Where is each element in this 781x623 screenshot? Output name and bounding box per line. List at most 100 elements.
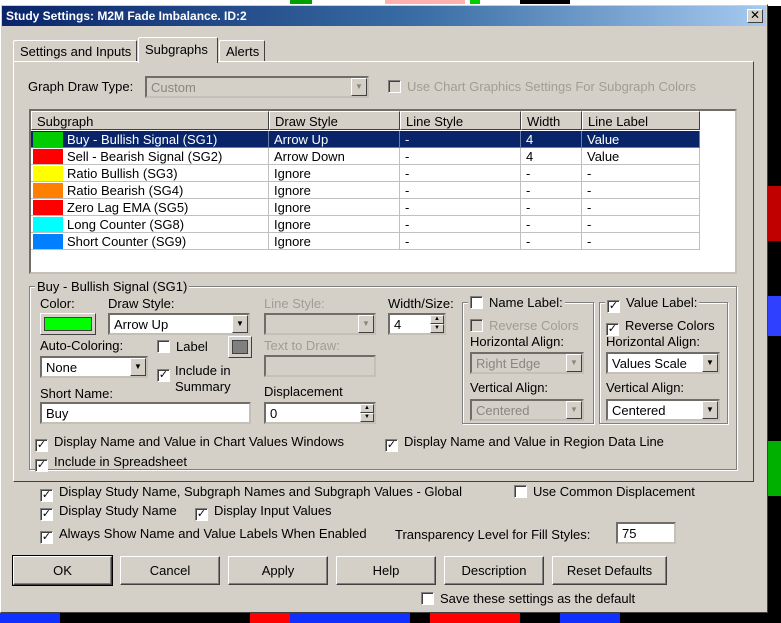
checkbox-box bbox=[514, 485, 527, 498]
title-bar[interactable]: Study Settings: M2M Fade Imbalance. ID:2… bbox=[2, 6, 766, 26]
subgraph-cell-width: 4 bbox=[526, 132, 534, 147]
display-input-values-checkbox[interactable]: ✓ Display Input Values bbox=[195, 503, 332, 521]
displacement-input[interactable]: 0 ▲ ▼ bbox=[264, 402, 376, 424]
table-cell: - bbox=[582, 182, 700, 199]
subgraph-row[interactable]: Ratio Bearish (SG4) Ignore - - - bbox=[31, 182, 700, 199]
ok-button[interactable]: OK bbox=[12, 555, 113, 586]
subgraph-cell-name: Buy - Bullish Signal (SG1) bbox=[67, 132, 218, 147]
short-name-input[interactable]: Buy bbox=[40, 402, 251, 424]
column-header-width[interactable]: Width bbox=[521, 111, 582, 130]
subgraph-cell-line-label: - bbox=[587, 183, 592, 198]
check-icon: ✓ bbox=[35, 459, 48, 472]
display-chart-values-checkbox[interactable]: ✓ Display Name and Value in Chart Values … bbox=[35, 434, 344, 452]
display-global-checkbox[interactable]: ✓ Display Study Name, Subgraph Names and … bbox=[40, 484, 462, 502]
chevron-down-icon: ▼ bbox=[566, 354, 582, 372]
use-common-displacement-checkbox[interactable]: Use Common Displacement bbox=[514, 484, 695, 499]
label-color-button[interactable] bbox=[228, 336, 252, 358]
value-label-checkbox[interactable]: ✓ Value Label: bbox=[605, 295, 700, 313]
save-default-checkbox[interactable]: Save these settings as the default bbox=[421, 591, 635, 606]
label-checkbox[interactable]: Label bbox=[157, 339, 208, 354]
subgraph-cell-name: Zero Lag EMA (SG5) bbox=[67, 200, 189, 215]
name-v-align-select[interactable]: Centered ▼ bbox=[470, 399, 584, 421]
check-icon: ✓ bbox=[35, 439, 48, 452]
value-v-align-select[interactable]: Centered ▼ bbox=[606, 399, 720, 421]
subgraph-cell-line-style: - bbox=[405, 166, 410, 181]
include-in-summary-checkbox[interactable]: ✓ bbox=[157, 364, 176, 382]
auto-coloring-select[interactable]: None ▼ bbox=[40, 356, 148, 378]
subgraph-cell-draw-style: Ignore bbox=[274, 217, 311, 232]
tab-subgraphs[interactable]: Subgraphs bbox=[138, 37, 218, 63]
subgraph-row[interactable]: Buy - Bullish Signal (SG1) Arrow Up - 4 Valu… bbox=[31, 131, 700, 148]
name-reverse-colors-checkbox[interactable]: Reverse Colors bbox=[470, 318, 579, 333]
table-cell: - bbox=[400, 165, 521, 182]
table-cell: Arrow Down bbox=[269, 148, 400, 165]
help-button[interactable]: Help bbox=[336, 556, 436, 585]
subgraph-cell-name: Sell - Bearish Signal (SG2) bbox=[67, 149, 223, 164]
column-header-line-label[interactable]: Line Label bbox=[582, 111, 700, 130]
color-picker-button[interactable] bbox=[40, 313, 96, 335]
graph-draw-type-select[interactable]: Custom ▼ bbox=[145, 76, 369, 98]
display-region-data-checkbox[interactable]: ✓ Display Name and Value in Region Data L… bbox=[385, 434, 664, 452]
subgraph-cell-line-label: Value bbox=[587, 149, 620, 164]
chevron-down-icon: ▼ bbox=[702, 354, 718, 372]
subgraph-cell-line-style: - bbox=[405, 149, 410, 164]
table-cell: Ignore bbox=[269, 165, 400, 182]
spin-down-icon[interactable]: ▼ bbox=[360, 413, 374, 422]
draw-style-select[interactable]: Arrow Up ▼ bbox=[108, 313, 250, 335]
subgraph-cell-width: - bbox=[526, 234, 531, 249]
checkbox-box bbox=[421, 592, 434, 605]
transparency-input[interactable]: 75 bbox=[616, 522, 676, 544]
name-h-align-select[interactable]: Right Edge ▼ bbox=[470, 352, 584, 374]
subgraph-row[interactable]: Long Counter (SG8) Ignore - - - bbox=[31, 216, 700, 233]
subgraph-cell-draw-style: Arrow Down bbox=[274, 149, 345, 164]
displacement-spinner[interactable]: ▲ ▼ bbox=[360, 404, 374, 422]
subgraph-cell-line-style: - bbox=[405, 217, 410, 232]
table-cell: Long Counter (SG8) bbox=[31, 216, 269, 233]
apply-button[interactable]: Apply bbox=[228, 556, 328, 585]
subgraph-cell-width: - bbox=[526, 217, 531, 232]
table-cell: Ratio Bullish (SG3) bbox=[31, 165, 269, 182]
tab-alerts[interactable]: Alerts bbox=[219, 40, 265, 62]
column-header-draw-style[interactable]: Draw Style bbox=[269, 111, 400, 130]
text-to-draw-label: Text to Draw: bbox=[264, 338, 340, 353]
subgraph-cell-line-label: - bbox=[587, 166, 592, 181]
checkbox-box bbox=[157, 340, 170, 353]
display-study-name-checkbox[interactable]: ✓ Display Study Name bbox=[40, 503, 177, 521]
value-h-align-select[interactable]: Values Scale ▼ bbox=[606, 352, 720, 374]
use-chart-graphics-checkbox[interactable]: Use Chart Graphics Settings For Subgraph… bbox=[388, 79, 696, 94]
table-cell: Buy - Bullish Signal (SG1) bbox=[31, 131, 269, 148]
close-icon[interactable]: ✕ bbox=[747, 9, 763, 23]
column-header-line-style[interactable]: Line Style bbox=[400, 111, 521, 130]
check-icon: ✓ bbox=[40, 531, 53, 544]
background-chart-bottom bbox=[0, 613, 781, 623]
subgraph-cell-line-label: - bbox=[587, 234, 592, 249]
always-show-labels-checkbox[interactable]: ✓ Always Show Name and Value Labels When … bbox=[40, 526, 367, 544]
window-title: Study Settings: M2M Fade Imbalance. ID:2 bbox=[6, 9, 247, 23]
width-size-input[interactable]: 4 ▲ ▼ bbox=[388, 313, 446, 335]
spin-down-icon[interactable]: ▼ bbox=[430, 324, 444, 333]
subgraph-row[interactable]: Short Counter (SG9) Ignore - - - bbox=[31, 233, 700, 250]
table-cell: - bbox=[582, 233, 700, 250]
subgraph-cell-name: Long Counter (SG8) bbox=[67, 217, 185, 232]
subgraph-row[interactable]: Zero Lag EMA (SG5) Ignore - - - bbox=[31, 199, 700, 216]
spin-up-icon[interactable]: ▲ bbox=[430, 315, 444, 324]
description-button[interactable]: Description bbox=[444, 556, 544, 585]
width-spinner[interactable]: ▲ ▼ bbox=[430, 315, 444, 333]
text-to-draw-input[interactable] bbox=[264, 355, 376, 377]
subgraph-cell-line-label: - bbox=[587, 200, 592, 215]
subgraph-row[interactable]: Sell - Bearish Signal (SG2) Arrow Down - 4 V… bbox=[31, 148, 700, 165]
column-header-subgraph[interactable]: Subgraph bbox=[31, 111, 269, 130]
tab-settings-and-inputs[interactable]: Settings and Inputs bbox=[13, 40, 137, 62]
subgraph-cell-name: Short Counter (SG9) bbox=[67, 234, 187, 249]
check-icon: ✓ bbox=[157, 369, 170, 382]
chevron-down-icon: ▼ bbox=[351, 78, 367, 96]
line-style-select[interactable]: ▼ bbox=[264, 313, 376, 335]
include-in-spreadsheet-checkbox[interactable]: ✓ Include in Spreadsheet bbox=[35, 454, 187, 472]
table-cell: - bbox=[400, 182, 521, 199]
spin-up-icon[interactable]: ▲ bbox=[360, 404, 374, 413]
subgraph-row[interactable]: Ratio Bullish (SG3) Ignore - - - bbox=[31, 165, 700, 182]
color-label: Color: bbox=[40, 296, 75, 311]
reset-defaults-button[interactable]: Reset Defaults bbox=[552, 556, 667, 585]
cancel-button[interactable]: Cancel bbox=[120, 556, 220, 585]
name-label-checkbox[interactable]: Name Label: bbox=[468, 295, 565, 310]
